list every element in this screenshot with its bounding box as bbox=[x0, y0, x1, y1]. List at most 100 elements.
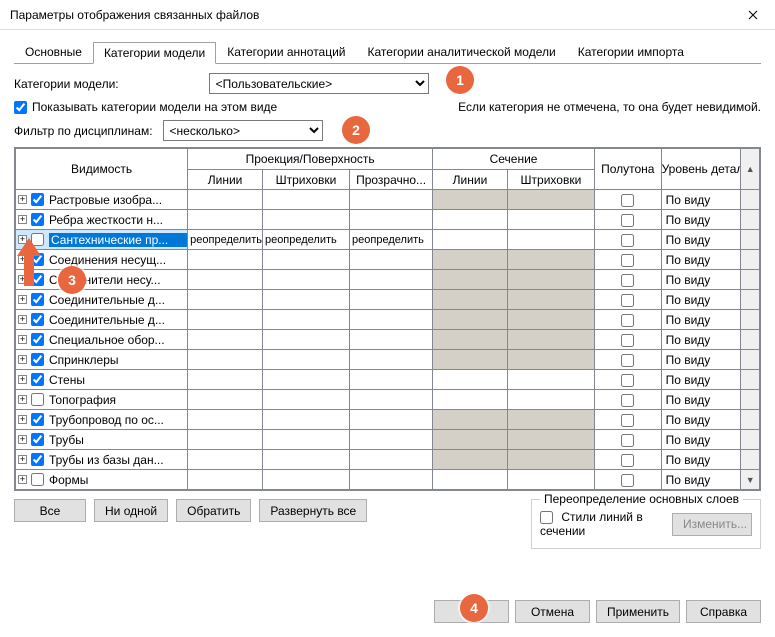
detail-level-cell[interactable]: По виду bbox=[661, 290, 741, 310]
row-visibility-checkbox[interactable] bbox=[31, 293, 44, 306]
proj-cell[interactable] bbox=[188, 470, 263, 490]
proj-cell[interactable] bbox=[350, 250, 433, 270]
sec-cell[interactable] bbox=[507, 350, 594, 370]
table-row[interactable]: +Специальное обор...По виду bbox=[16, 330, 760, 350]
sec-cell[interactable] bbox=[433, 230, 508, 250]
scrollbar-track[interactable] bbox=[741, 370, 760, 390]
cut-line-styles-checkbox[interactable] bbox=[540, 511, 553, 524]
tab-analytical-categories[interactable]: Категории аналитической модели bbox=[357, 41, 567, 63]
table-row[interactable]: +СтеныПо виду bbox=[16, 370, 760, 390]
halftone-checkbox[interactable] bbox=[621, 314, 634, 327]
detail-level-cell[interactable]: По виду bbox=[661, 430, 741, 450]
proj-cell[interactable] bbox=[188, 250, 263, 270]
halftone-checkbox[interactable] bbox=[621, 294, 634, 307]
proj-cell[interactable]: реопределить bbox=[188, 230, 263, 250]
scrollbar-track[interactable] bbox=[741, 190, 760, 210]
proj-cell[interactable] bbox=[188, 330, 263, 350]
proj-cell[interactable] bbox=[262, 470, 349, 490]
expand-icon[interactable]: + bbox=[18, 215, 27, 224]
expand-icon[interactable]: + bbox=[18, 415, 27, 424]
expand-icon[interactable]: + bbox=[18, 435, 27, 444]
proj-cell[interactable]: реопределить bbox=[350, 230, 433, 250]
expand-icon[interactable]: + bbox=[18, 375, 27, 384]
detail-level-cell[interactable]: По виду bbox=[661, 250, 741, 270]
detail-level-cell[interactable]: По виду bbox=[661, 210, 741, 230]
scrollbar-track[interactable] bbox=[741, 210, 760, 230]
expand-icon[interactable]: + bbox=[18, 315, 27, 324]
halftone-cell[interactable] bbox=[594, 350, 661, 370]
row-visibility-checkbox[interactable] bbox=[31, 193, 44, 206]
row-visibility-checkbox[interactable] bbox=[31, 453, 44, 466]
expand-icon[interactable]: + bbox=[18, 195, 27, 204]
detail-level-cell[interactable]: По виду bbox=[661, 410, 741, 430]
proj-cell[interactable] bbox=[262, 330, 349, 350]
show-categories-checkbox[interactable] bbox=[14, 101, 27, 114]
detail-level-cell[interactable]: По виду bbox=[661, 350, 741, 370]
proj-cell[interactable] bbox=[188, 450, 263, 470]
scrollbar-track[interactable] bbox=[741, 430, 760, 450]
table-row[interactable]: +Соединительные д...По виду bbox=[16, 290, 760, 310]
row-visibility-checkbox[interactable] bbox=[31, 413, 44, 426]
proj-cell[interactable] bbox=[262, 270, 349, 290]
halftone-cell[interactable] bbox=[594, 410, 661, 430]
detail-level-cell[interactable]: По виду bbox=[661, 330, 741, 350]
table-row[interactable]: +СпринклерыПо виду bbox=[16, 350, 760, 370]
sec-cell[interactable] bbox=[433, 290, 508, 310]
halftone-checkbox[interactable] bbox=[621, 234, 634, 247]
sec-cell[interactable] bbox=[507, 430, 594, 450]
proj-cell[interactable] bbox=[350, 310, 433, 330]
row-visibility-checkbox[interactable] bbox=[31, 393, 44, 406]
proj-cell[interactable] bbox=[262, 310, 349, 330]
halftone-checkbox[interactable] bbox=[621, 254, 634, 267]
proj-cell[interactable]: реопределить bbox=[262, 230, 349, 250]
proj-cell[interactable] bbox=[262, 410, 349, 430]
proj-cell[interactable] bbox=[262, 430, 349, 450]
table-row[interactable]: +Трубы из базы дан...По виду bbox=[16, 450, 760, 470]
close-button[interactable] bbox=[730, 0, 775, 30]
table-row[interactable]: +Соединительные д...По виду bbox=[16, 310, 760, 330]
expand-all-button[interactable]: Развернуть все bbox=[259, 499, 367, 522]
proj-cell[interactable] bbox=[350, 410, 433, 430]
proj-cell[interactable] bbox=[188, 350, 263, 370]
halftone-cell[interactable] bbox=[594, 470, 661, 490]
scrollbar-track[interactable] bbox=[741, 410, 760, 430]
sec-cell[interactable] bbox=[507, 370, 594, 390]
sec-cell[interactable] bbox=[433, 450, 508, 470]
detail-level-cell[interactable]: По виду bbox=[661, 190, 741, 210]
sec-cell[interactable] bbox=[507, 390, 594, 410]
proj-cell[interactable] bbox=[262, 190, 349, 210]
detail-level-cell[interactable]: По виду bbox=[661, 390, 741, 410]
row-visibility-checkbox[interactable] bbox=[31, 313, 44, 326]
expand-icon[interactable]: + bbox=[18, 355, 27, 364]
detail-level-cell[interactable]: По виду bbox=[661, 230, 741, 250]
proj-cell[interactable] bbox=[188, 210, 263, 230]
table-row[interactable]: +ТрубыПо виду bbox=[16, 430, 760, 450]
halftone-checkbox[interactable] bbox=[621, 194, 634, 207]
proj-cell[interactable] bbox=[188, 390, 263, 410]
halftone-cell[interactable] bbox=[594, 390, 661, 410]
scrollbar-track[interactable] bbox=[741, 230, 760, 250]
proj-cell[interactable] bbox=[188, 430, 263, 450]
proj-cell[interactable] bbox=[350, 390, 433, 410]
table-row[interactable]: +Сантехнические пр...реопределитьреопред… bbox=[16, 230, 760, 250]
detail-level-cell[interactable]: По виду bbox=[661, 450, 741, 470]
sec-cell[interactable] bbox=[433, 470, 508, 490]
detail-level-cell[interactable]: По виду bbox=[661, 310, 741, 330]
halftone-cell[interactable] bbox=[594, 370, 661, 390]
table-row[interactable]: +Соединения несущ...По виду bbox=[16, 250, 760, 270]
sec-cell[interactable] bbox=[433, 190, 508, 210]
filter-select[interactable]: <несколько> bbox=[163, 120, 323, 141]
tab-main[interactable]: Основные bbox=[14, 41, 93, 63]
cancel-button[interactable]: Отмена bbox=[515, 600, 590, 623]
sec-cell[interactable] bbox=[433, 390, 508, 410]
expand-icon[interactable]: + bbox=[18, 475, 27, 484]
halftone-cell[interactable] bbox=[594, 450, 661, 470]
scrollbar-track[interactable] bbox=[741, 390, 760, 410]
proj-cell[interactable] bbox=[262, 350, 349, 370]
proj-cell[interactable] bbox=[350, 350, 433, 370]
halftone-cell[interactable] bbox=[594, 310, 661, 330]
proj-cell[interactable] bbox=[262, 210, 349, 230]
table-row[interactable]: +Ребра жесткости н...По виду bbox=[16, 210, 760, 230]
row-visibility-checkbox[interactable] bbox=[31, 333, 44, 346]
proj-cell[interactable] bbox=[262, 250, 349, 270]
